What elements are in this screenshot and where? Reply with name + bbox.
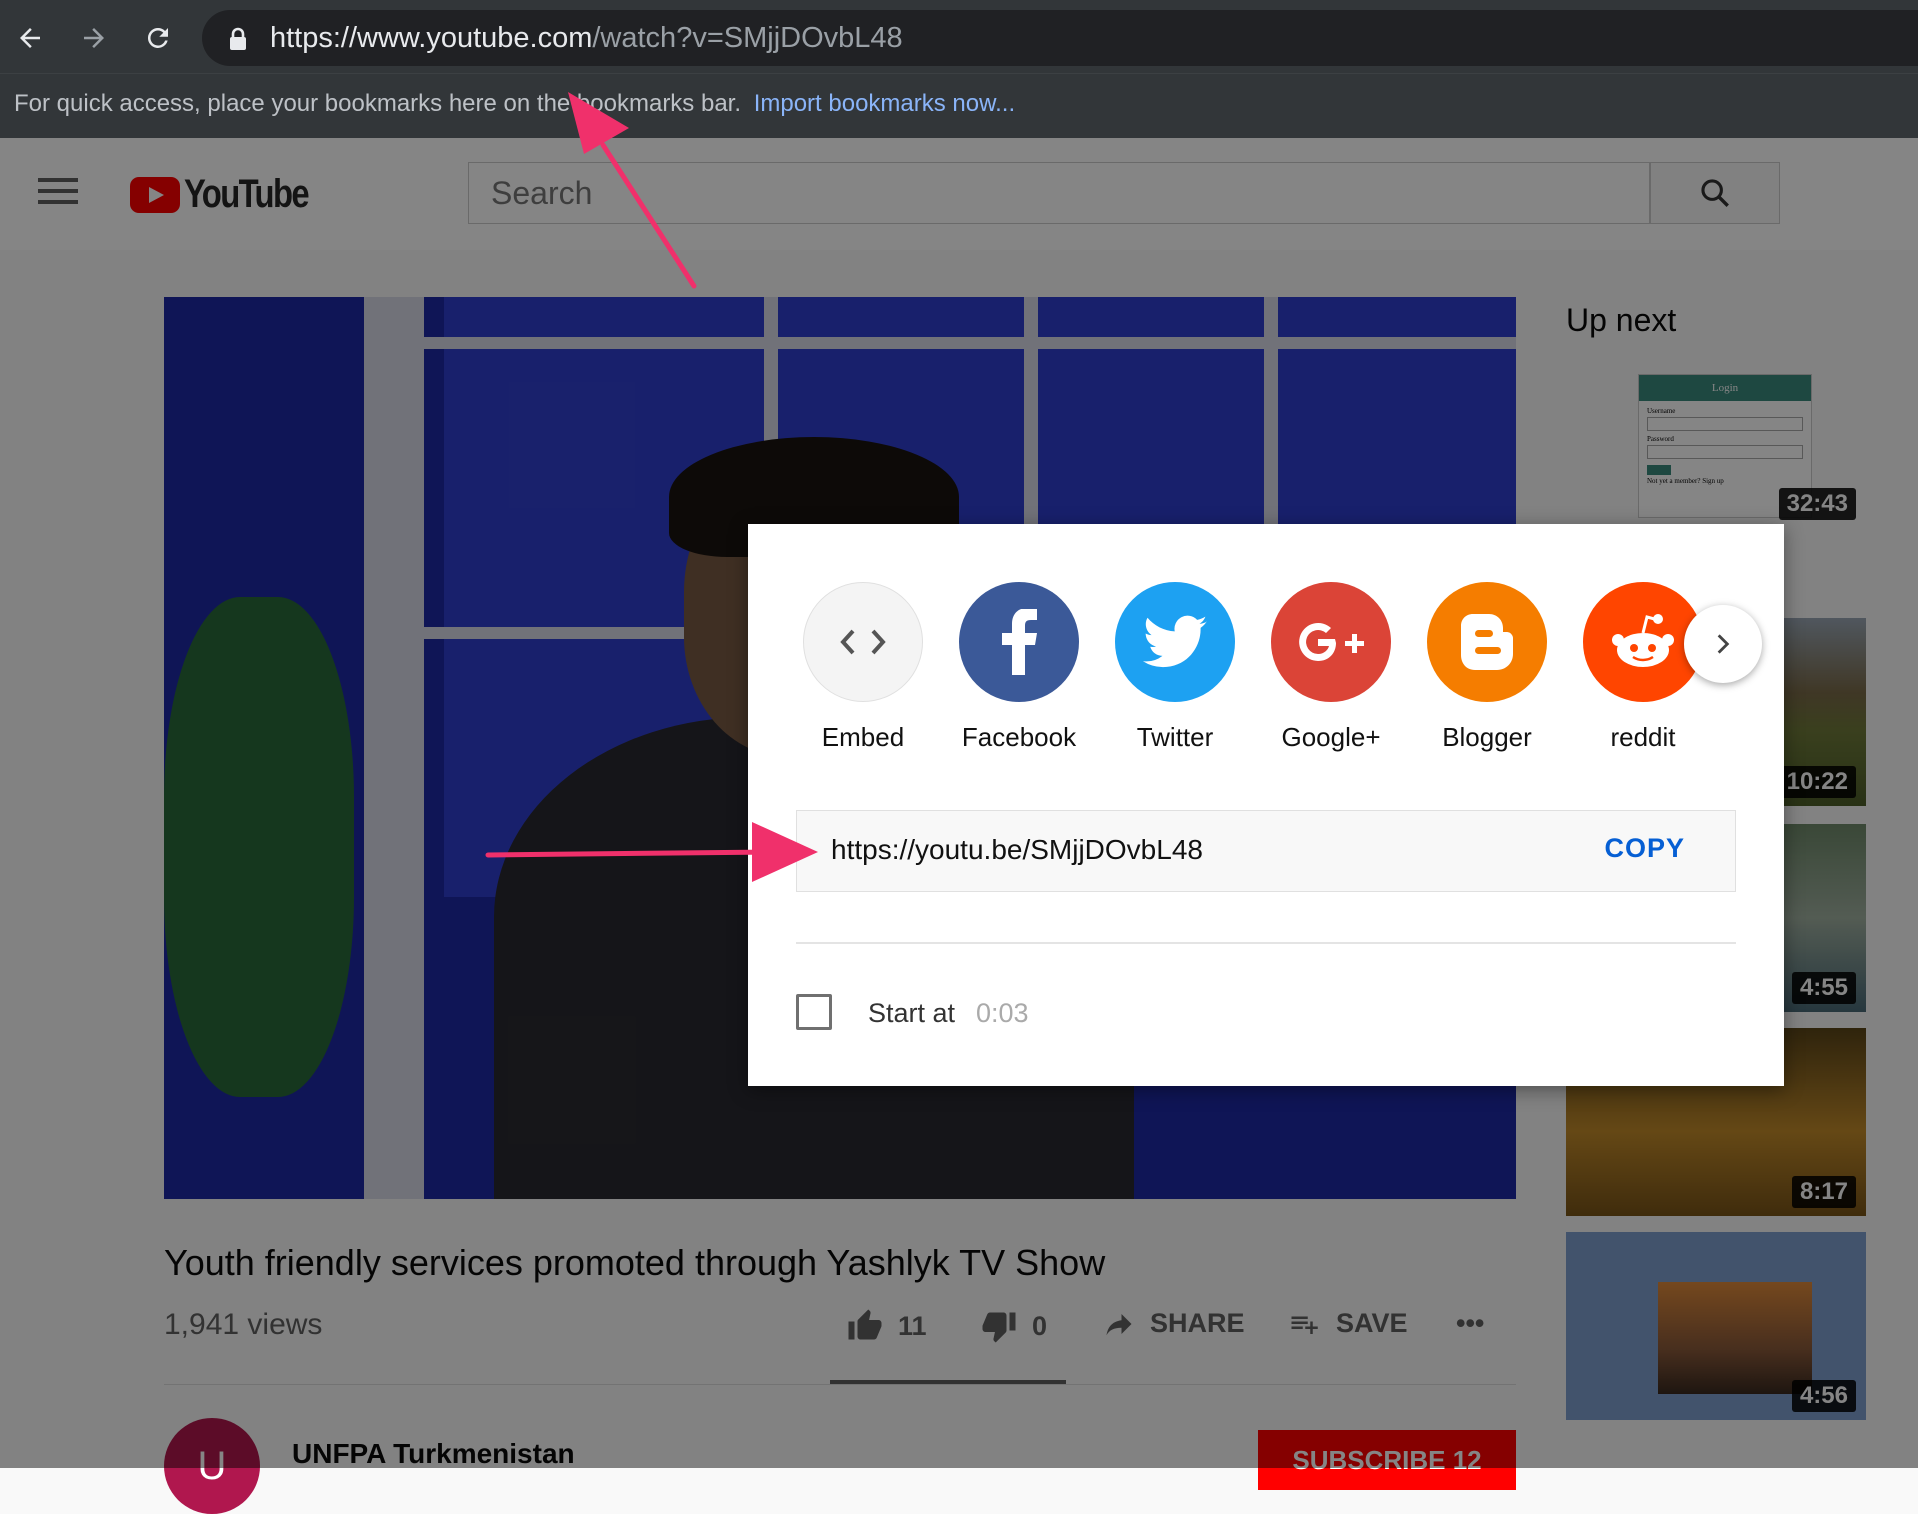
- back-arrow-icon: [20, 28, 40, 48]
- blogger-icon: [1461, 614, 1513, 670]
- share-blogger-label: Blogger: [1442, 722, 1532, 752]
- share-reddit-label: reddit: [1610, 722, 1676, 752]
- url-text: https://www.youtube.com/watch?v=SMjjDOvb…: [270, 22, 903, 55]
- share-dialog: Embed Facebook Twitter Google+ Blogger r…: [748, 524, 1784, 1086]
- share-facebook-circle: [959, 582, 1079, 702]
- bookmarks-message: For quick access, place your bookmarks h…: [14, 90, 742, 117]
- share-facebook-button[interactable]: Facebook: [954, 582, 1084, 753]
- bookmarks-bar: For quick access, place your bookmarks h…: [0, 73, 1918, 139]
- share-twitter-circle: [1115, 582, 1235, 702]
- copy-button[interactable]: COPY: [1604, 833, 1685, 864]
- lock-icon: [230, 27, 246, 50]
- forward-button[interactable]: [74, 18, 114, 58]
- chevron-right-icon: [1717, 634, 1730, 654]
- share-blogger-circle: [1427, 582, 1547, 702]
- url-path: /watch?v=SMjjDOvbL48: [592, 22, 903, 54]
- back-button[interactable]: [10, 18, 50, 58]
- share-embed-button[interactable]: Embed: [798, 582, 928, 753]
- dialog-divider: [796, 942, 1736, 944]
- share-googleplus-label: Google+: [1281, 722, 1381, 752]
- share-blogger-button[interactable]: Blogger: [1422, 582, 1552, 753]
- share-twitter-label: Twitter: [1136, 722, 1214, 752]
- start-at-time-input[interactable]: 0:03: [976, 998, 1029, 1029]
- forward-arrow-icon: [84, 28, 104, 48]
- reddit-alien-icon: [1612, 614, 1674, 667]
- share-facebook-label: Facebook: [961, 722, 1077, 752]
- share-twitter-button[interactable]: Twitter: [1110, 582, 1240, 753]
- facebook-icon: [1002, 609, 1037, 675]
- share-googleplus-circle: [1271, 582, 1391, 702]
- browser-toolbar: https://www.youtube.com/watch?v=SMjjDOvb…: [0, 0, 1918, 73]
- start-at-label: Start at: [868, 998, 956, 1028]
- reload-icon: [147, 27, 168, 48]
- share-googleplus-button[interactable]: Google+: [1266, 582, 1396, 753]
- share-link-box: https://youtu.be/SMjjDOvbL48 COPY: [796, 810, 1736, 892]
- share-url-field[interactable]: https://youtu.be/SMjjDOvbL48: [831, 834, 1203, 866]
- start-at-checkbox[interactable]: [796, 994, 832, 1030]
- share-embed-circle: [803, 582, 923, 702]
- import-bookmarks-link[interactable]: Import bookmarks now...: [754, 90, 1015, 117]
- reload-button[interactable]: [138, 18, 178, 58]
- twitter-bird-icon: [1143, 615, 1207, 668]
- share-embed-label: Embed: [821, 722, 905, 752]
- address-bar[interactable]: https://www.youtube.com/watch?v=SMjjDOvb…: [202, 10, 1918, 66]
- embed-code-icon: [840, 629, 886, 655]
- bookmarks-message-row: For quick access, place your bookmarks h…: [14, 90, 1015, 118]
- google-plus-icon: [1299, 623, 1364, 661]
- share-reddit-button[interactable]: reddit: [1578, 582, 1708, 753]
- share-next-button[interactable]: [1684, 605, 1762, 683]
- url-host: https://www.youtube.com: [270, 22, 593, 54]
